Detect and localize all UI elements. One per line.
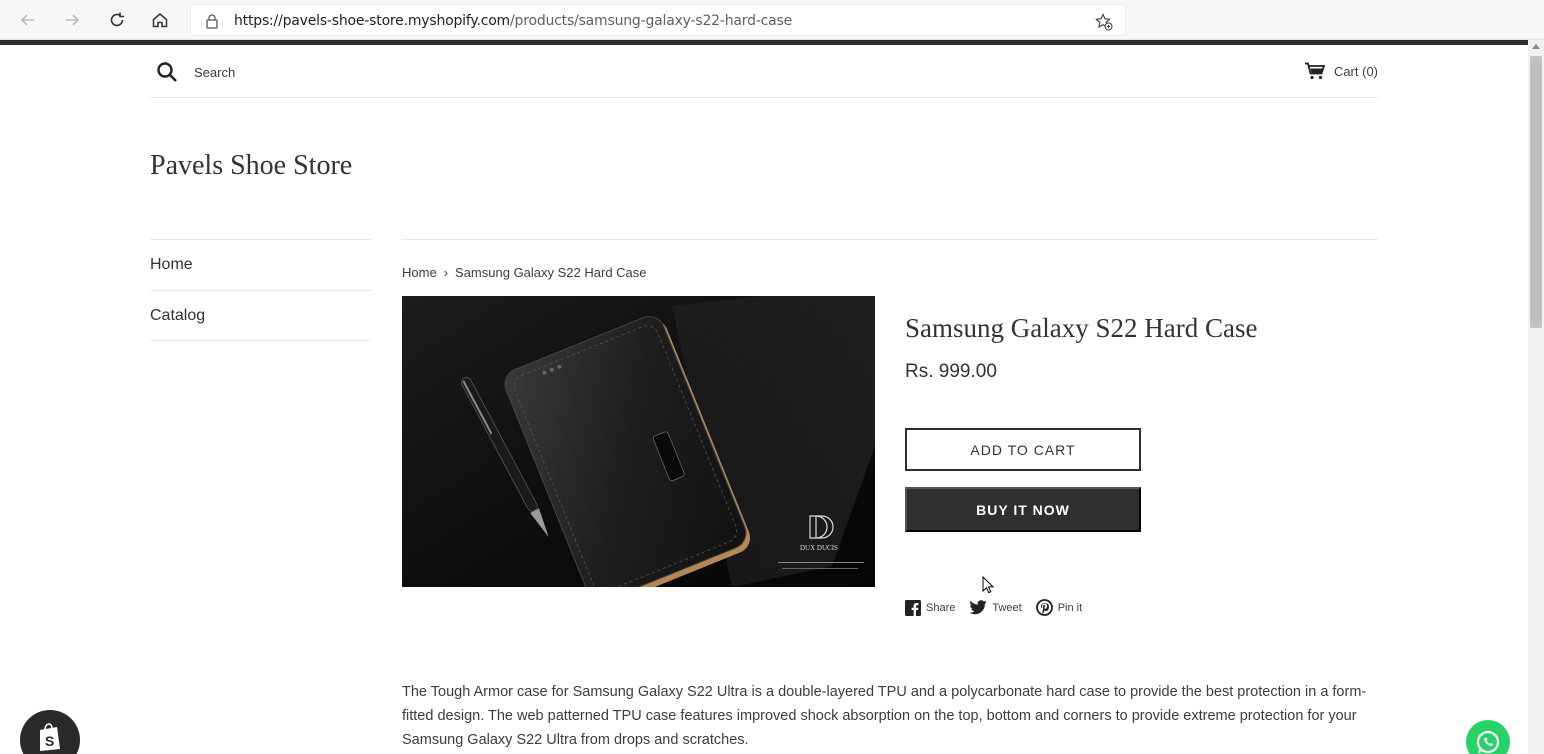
share-twitter-label: Tweet (992, 601, 1022, 614)
facebook-icon (905, 599, 921, 616)
social-share: Share Tweet Pin it (905, 599, 1082, 616)
lock-icon (206, 14, 218, 29)
pinterest-icon (1035, 599, 1053, 616)
back-arrow-icon (20, 14, 34, 26)
shopify-badge[interactable]: S (20, 710, 80, 754)
cart-label: Cart (0) (1333, 63, 1378, 79)
store-title[interactable]: Pavels Shoe Store (150, 150, 352, 182)
whatsapp-button[interactable] (1466, 720, 1510, 754)
scroll-thumb[interactable] (1530, 56, 1542, 328)
cart-link[interactable]: Cart (0) (1304, 62, 1378, 80)
reload-icon (110, 12, 124, 27)
forward-button[interactable] (60, 8, 84, 32)
breadcrumb-separator: › (443, 265, 449, 280)
product-description: The Tough Armor case for Samsung Galaxy … (402, 684, 1367, 748)
breadcrumb: Home › Samsung Galaxy S22 Hard Case (402, 265, 647, 280)
svg-text:S: S (45, 733, 54, 749)
sidebar-nav: Home Catalog (150, 239, 372, 341)
product-image[interactable]: DUX DUCIS (402, 296, 875, 587)
reload-button[interactable] (105, 8, 129, 32)
forward-arrow-icon (66, 14, 80, 26)
home-icon (152, 13, 168, 28)
product-price: Rs. 999.00 (905, 361, 997, 382)
browser-toolbar: https://pavels-shoe-store.myshopify.com/… (0, 0, 1544, 40)
search-icon[interactable] (156, 61, 178, 88)
breadcrumb-current: Samsung Galaxy S22 Hard Case (455, 265, 647, 280)
mouse-cursor-icon (982, 575, 995, 599)
share-twitter[interactable]: Tweet (969, 600, 1022, 615)
cart-icon (1304, 62, 1326, 80)
share-facebook-label: Share (926, 601, 956, 614)
share-pinterest[interactable]: Pin it (1035, 599, 1083, 616)
breadcrumb-home[interactable]: Home (402, 265, 437, 280)
favorite-star-icon[interactable] (1095, 13, 1113, 31)
page-top-strip (0, 40, 1528, 45)
home-button[interactable] (148, 8, 172, 32)
product-title: Samsung Galaxy S22 Hard Case (905, 313, 1258, 343)
url-text: https://pavels-shoe-store.myshopify.com/… (234, 13, 793, 29)
address-bar[interactable]: https://pavels-shoe-store.myshopify.com/… (190, 4, 1126, 36)
brand-label: DUX DUCIS (800, 544, 838, 552)
twitter-icon (969, 600, 987, 615)
back-button[interactable] (16, 8, 40, 32)
sidebar-item-home[interactable]: Home (150, 239, 372, 290)
divider (402, 239, 1378, 240)
whatsapp-icon (1476, 730, 1500, 754)
shopify-bag-icon: S (40, 723, 60, 751)
share-pinterest-label: Pin it (1057, 601, 1083, 614)
scroll-up-icon[interactable] (1532, 44, 1540, 49)
site-header: Search Cart (0) (150, 58, 1378, 98)
vertical-scrollbar[interactable] (1528, 40, 1544, 754)
buy-it-now-button[interactable]: BUY IT NOW (905, 487, 1141, 532)
share-facebook[interactable]: Share (905, 599, 956, 616)
add-to-cart-button[interactable]: ADD TO CART (905, 428, 1141, 471)
search-input[interactable]: Search (194, 65, 235, 80)
sidebar-item-catalog[interactable]: Catalog (150, 290, 372, 341)
